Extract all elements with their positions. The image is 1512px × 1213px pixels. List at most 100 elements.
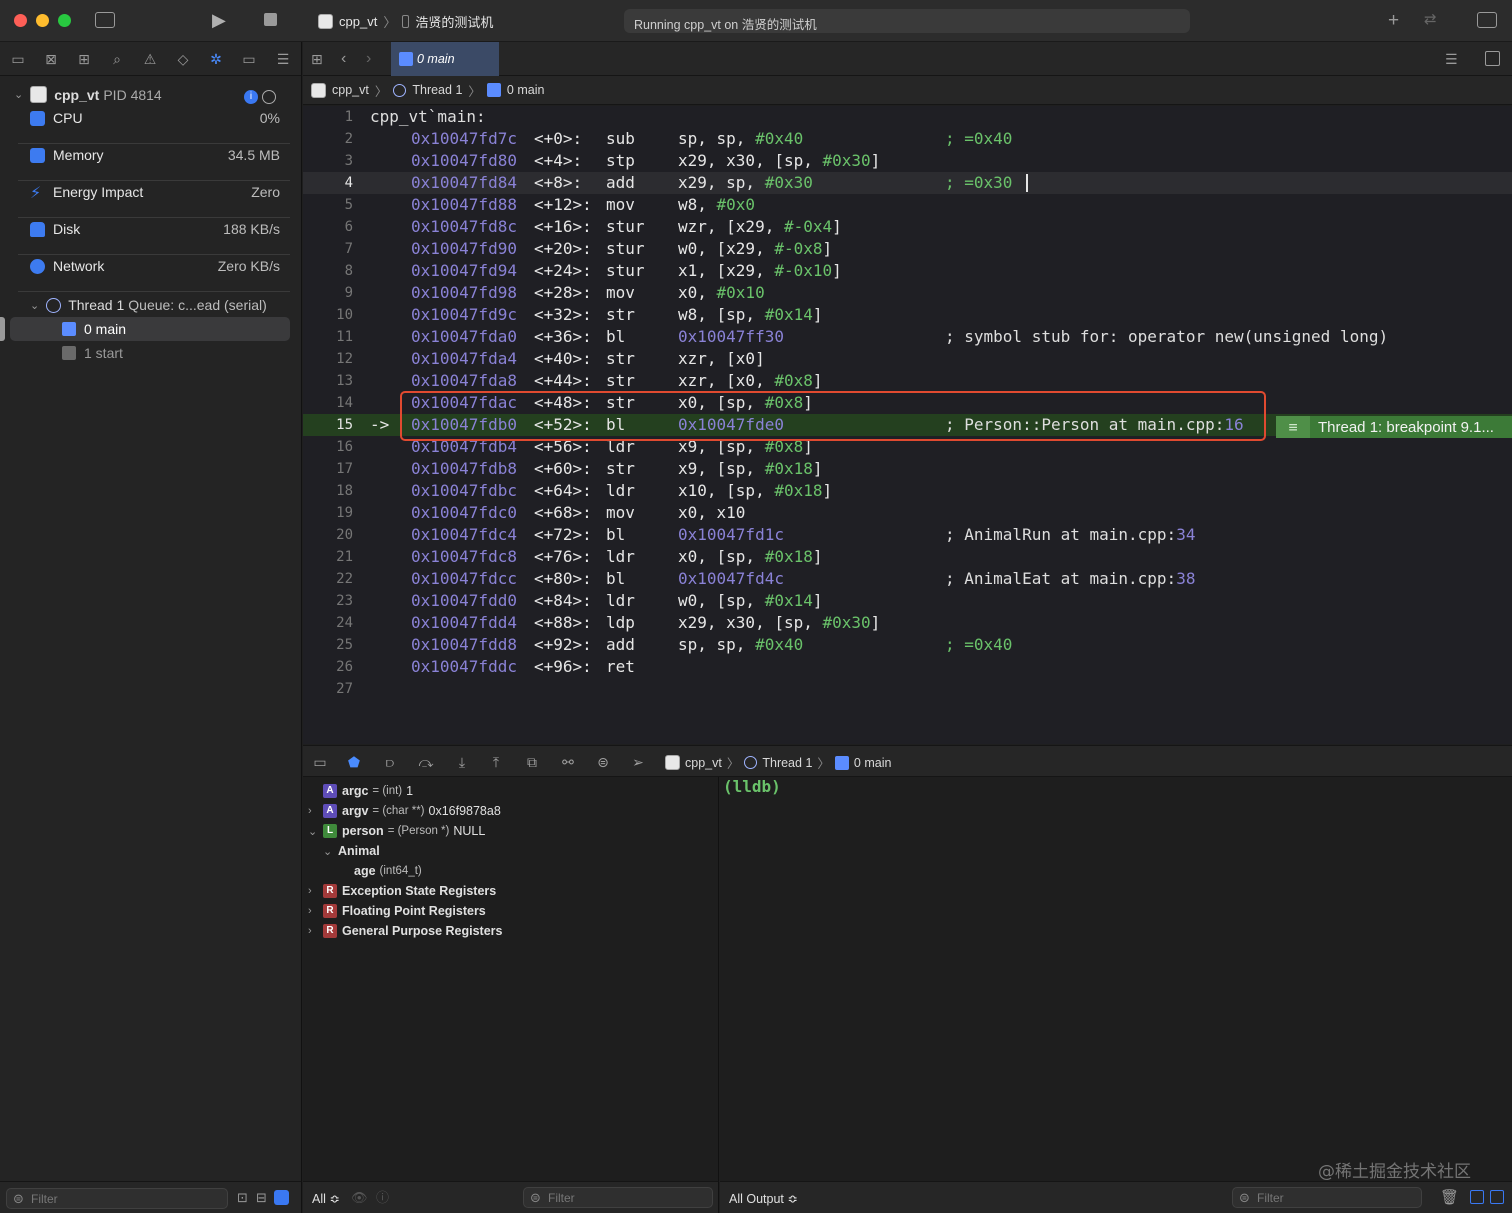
editor-options-icon[interactable]: ☰ [1445,52,1458,66]
source-control-icon[interactable]: ⊠ [43,51,59,67]
related-items-icon[interactable]: ⊞ [311,52,323,66]
variable-type: = (char **) [372,805,425,817]
variable-kind-badge: R [323,904,337,918]
warning-icon[interactable]: ⚠ [142,51,158,67]
test-icon[interactable]: ◇ [175,51,191,67]
breakpoints-toggle-icon[interactable]: ⬟ [345,754,363,770]
frame-row-selected[interactable]: 0 main [10,317,290,341]
search-icon[interactable]: ⌕ [109,51,125,67]
thread-options-icon[interactable] [262,90,276,104]
gauge-disk[interactable]: Disk 188 KB/s [18,218,290,255]
chevron-down-icon[interactable]: ⌄ [14,88,23,101]
chevron-down-icon[interactable]: ⌄ [30,299,39,312]
variable-name: age [354,864,376,878]
chevron-right-icon[interactable]: › [308,925,312,937]
gauge-memory[interactable]: Memory 34.5 MB [18,144,290,181]
minimize-window-button[interactable] [36,14,49,27]
close-window-button[interactable] [14,14,27,27]
tab-0-main[interactable]: 0 main [391,42,499,76]
show-console-icon[interactable] [1490,1190,1504,1204]
network-icon [30,259,45,274]
jumpbar-frame[interactable]: 0 main [507,83,545,97]
console-filter-input[interactable]: Filter [1232,1187,1422,1208]
gauge-label: Disk [53,221,81,237]
process-row[interactable]: ⌄ cpp_vt PID 4814 [14,86,162,103]
chevron-down-icon[interactable]: ⌄ [308,825,317,838]
breakpoint-annotation[interactable]: ≡ Thread 1: breakpoint 9.1... [1276,416,1512,438]
view-debugger-icon[interactable]: ⧉ [523,754,541,770]
sidebar-toggle-icon[interactable] [95,12,115,28]
inspector-toggle-icon[interactable] [1477,12,1497,28]
console-view[interactable]: (lldb) @稀土掘金技术社区 [720,777,1512,1182]
info-icon[interactable]: i [244,90,258,104]
instruction-opcode: stp [606,151,635,170]
scope-selector[interactable]: All ≎ [312,1191,340,1206]
instruction-address: 0x10047fdc0 [411,503,517,522]
debug-thread[interactable]: Thread 1 [762,756,812,770]
info-icon[interactable]: ⓘ [376,1191,389,1204]
instruction-operands: xzr, [x0] [678,348,765,370]
variable-row[interactable]: ⌄ Lperson = (Person *) NULL [303,821,719,841]
report-icon[interactable]: ☰ [275,51,291,67]
disassembly-editor[interactable]: 1 cpp_vt`main: 2 0x10047fd7c <+0>: sub sp, sp,… [303,106,1512,744]
zoom-window-button[interactable] [58,14,71,27]
back-icon[interactable]: ‹ [341,51,346,67]
chevron-right-icon[interactable]: › [308,905,312,917]
stop-icon[interactable] [264,13,277,26]
variable-row[interactable]: › R Exception State Registers [303,881,719,901]
gauge-cpu[interactable]: CPU 0% [18,107,290,144]
debug-project[interactable]: cpp_vt [685,756,722,770]
show-variables-icon[interactable] [1470,1190,1484,1204]
chevron-right-icon[interactable]: › [308,805,312,817]
variable-row[interactable]: ⌄ Animal [303,841,719,861]
chevron-right-icon[interactable]: › [308,885,312,897]
quick-look-icon[interactable]: 👁 [351,1191,368,1204]
variable-row[interactable]: › Aargv = (char **) 0x16f9878a8 [303,801,719,821]
debug-frame[interactable]: 0 main [854,756,892,770]
variable-row[interactable]: › R Floating Point Registers [303,901,719,921]
thread-row[interactable]: ⌄ Thread 1 Queue: c...ead (serial) [0,293,302,317]
memory-graph-icon[interactable]: ⚯ [559,754,577,770]
scheme-selector[interactable]: cpp_vt 〉 浩贤的测试机 [318,12,493,30]
step-out-icon[interactable]: ⤒ [487,754,505,770]
navigator-filter-input[interactable]: Filter [6,1188,228,1209]
debug-navigator-icon[interactable]: ✲ [208,51,224,67]
jumpbar-thread[interactable]: Thread 1 [412,83,462,97]
hide-frames-icon[interactable]: ⊟ [256,1191,267,1204]
breakpoint-icon[interactable]: ▭ [241,51,257,67]
gauge-label: Memory [53,147,104,163]
split-editor-icon[interactable] [1485,51,1500,66]
forward-icon[interactable]: › [366,51,371,67]
variables-filter-input[interactable]: Filter [523,1187,713,1208]
operand-token: x1, [x29, [678,261,775,280]
chevron-down-icon[interactable]: ⌄ [323,845,332,858]
environment-overrides-icon[interactable]: ⊜ [594,754,612,770]
variable-row[interactable]: Aargc = (int) 1 [303,781,719,801]
variable-row[interactable]: age (int64_t) [303,861,719,881]
frame-row[interactable]: 1 start [0,341,302,365]
gauge-network[interactable]: Network Zero KB/s [18,255,290,292]
step-over-icon[interactable]: ⤼ [417,754,435,770]
add-icon[interactable]: + [1388,11,1399,30]
jumpbar-project[interactable]: cpp_vt [332,83,369,97]
lldb-prompt: (lldb) [723,777,781,796]
run-icon[interactable]: ▶ [212,11,226,29]
folder-icon[interactable]: ▭ [10,51,26,67]
cpu-filter-icon[interactable]: ⊡ [237,1191,248,1204]
output-selector[interactable]: All Output ≎ [729,1191,798,1206]
trash-icon[interactable]: 🗑 [1440,1190,1459,1205]
instruction-offset: <+96>: [534,657,592,676]
continue-icon[interactable]: ⫐ [381,754,399,770]
variable-row[interactable]: › R General Purpose Registers [303,921,719,941]
step-into-icon[interactable]: ⤓ [453,754,471,770]
code-line: 24 0x10047fdd4 <+88>: ldp x29, x30, [sp, #0x… [303,612,1512,634]
variables-view[interactable]: Aargc = (int) 1 › Aargv = (char **) 0x16f9878a… [303,777,719,1181]
gauge-value: 34.5 MB [227,147,280,163]
gauge-energy[interactable]: ⚡ Energy Impact Zero [18,181,290,218]
symbol-icon[interactable]: ⊞ [76,51,92,67]
crashed-threads-icon[interactable] [274,1190,289,1205]
hide-debug-area-icon[interactable]: ▭ [311,754,329,770]
code-review-icon[interactable]: ⇄ [1424,12,1437,27]
simulate-location-icon[interactable]: ➢ [629,754,647,770]
annotation-menu-icon[interactable]: ≡ [1276,416,1310,438]
